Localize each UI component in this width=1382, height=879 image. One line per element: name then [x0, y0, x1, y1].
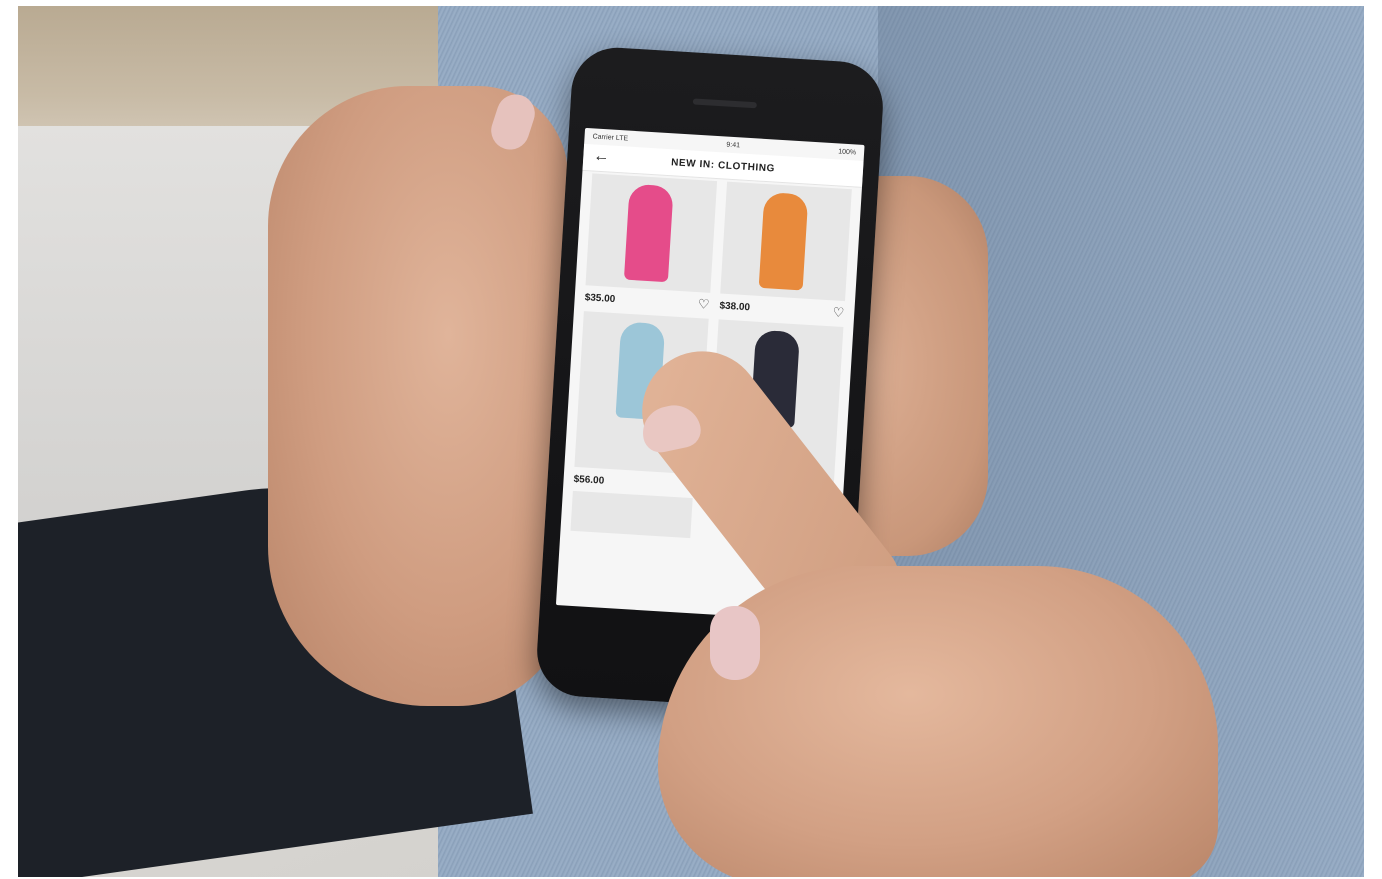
heart-icon[interactable]: ♡: [697, 296, 710, 312]
page-title: NEW IN: CLOTHING: [670, 156, 776, 175]
heart-icon[interactable]: ♡: [832, 304, 845, 320]
product-card[interactable]: $35.00 ♡: [584, 173, 718, 312]
left-hand: [268, 86, 568, 706]
right-thumbnail: [710, 606, 760, 680]
clock: 9:41: [726, 141, 741, 149]
model-figure: [758, 191, 808, 291]
next-product-image[interactable]: [570, 490, 693, 539]
carrier-label: Carrier LTE: [592, 132, 629, 143]
phone-speaker: [692, 98, 757, 109]
product-image[interactable]: [585, 173, 718, 293]
product-image[interactable]: [720, 181, 852, 302]
product-price: $56.00: [573, 473, 605, 487]
product-price: $35.00: [584, 291, 616, 305]
photo-background: Carrier LTE 9:41 100% ← NEW IN: CLOTHING…: [18, 6, 1364, 877]
product-price: $38.00: [719, 299, 751, 313]
arrow-left-icon[interactable]: ←: [593, 147, 610, 165]
battery-label: 100%: [838, 147, 857, 156]
model-figure: [623, 183, 674, 283]
product-card[interactable]: $38.00 ♡: [719, 181, 852, 320]
